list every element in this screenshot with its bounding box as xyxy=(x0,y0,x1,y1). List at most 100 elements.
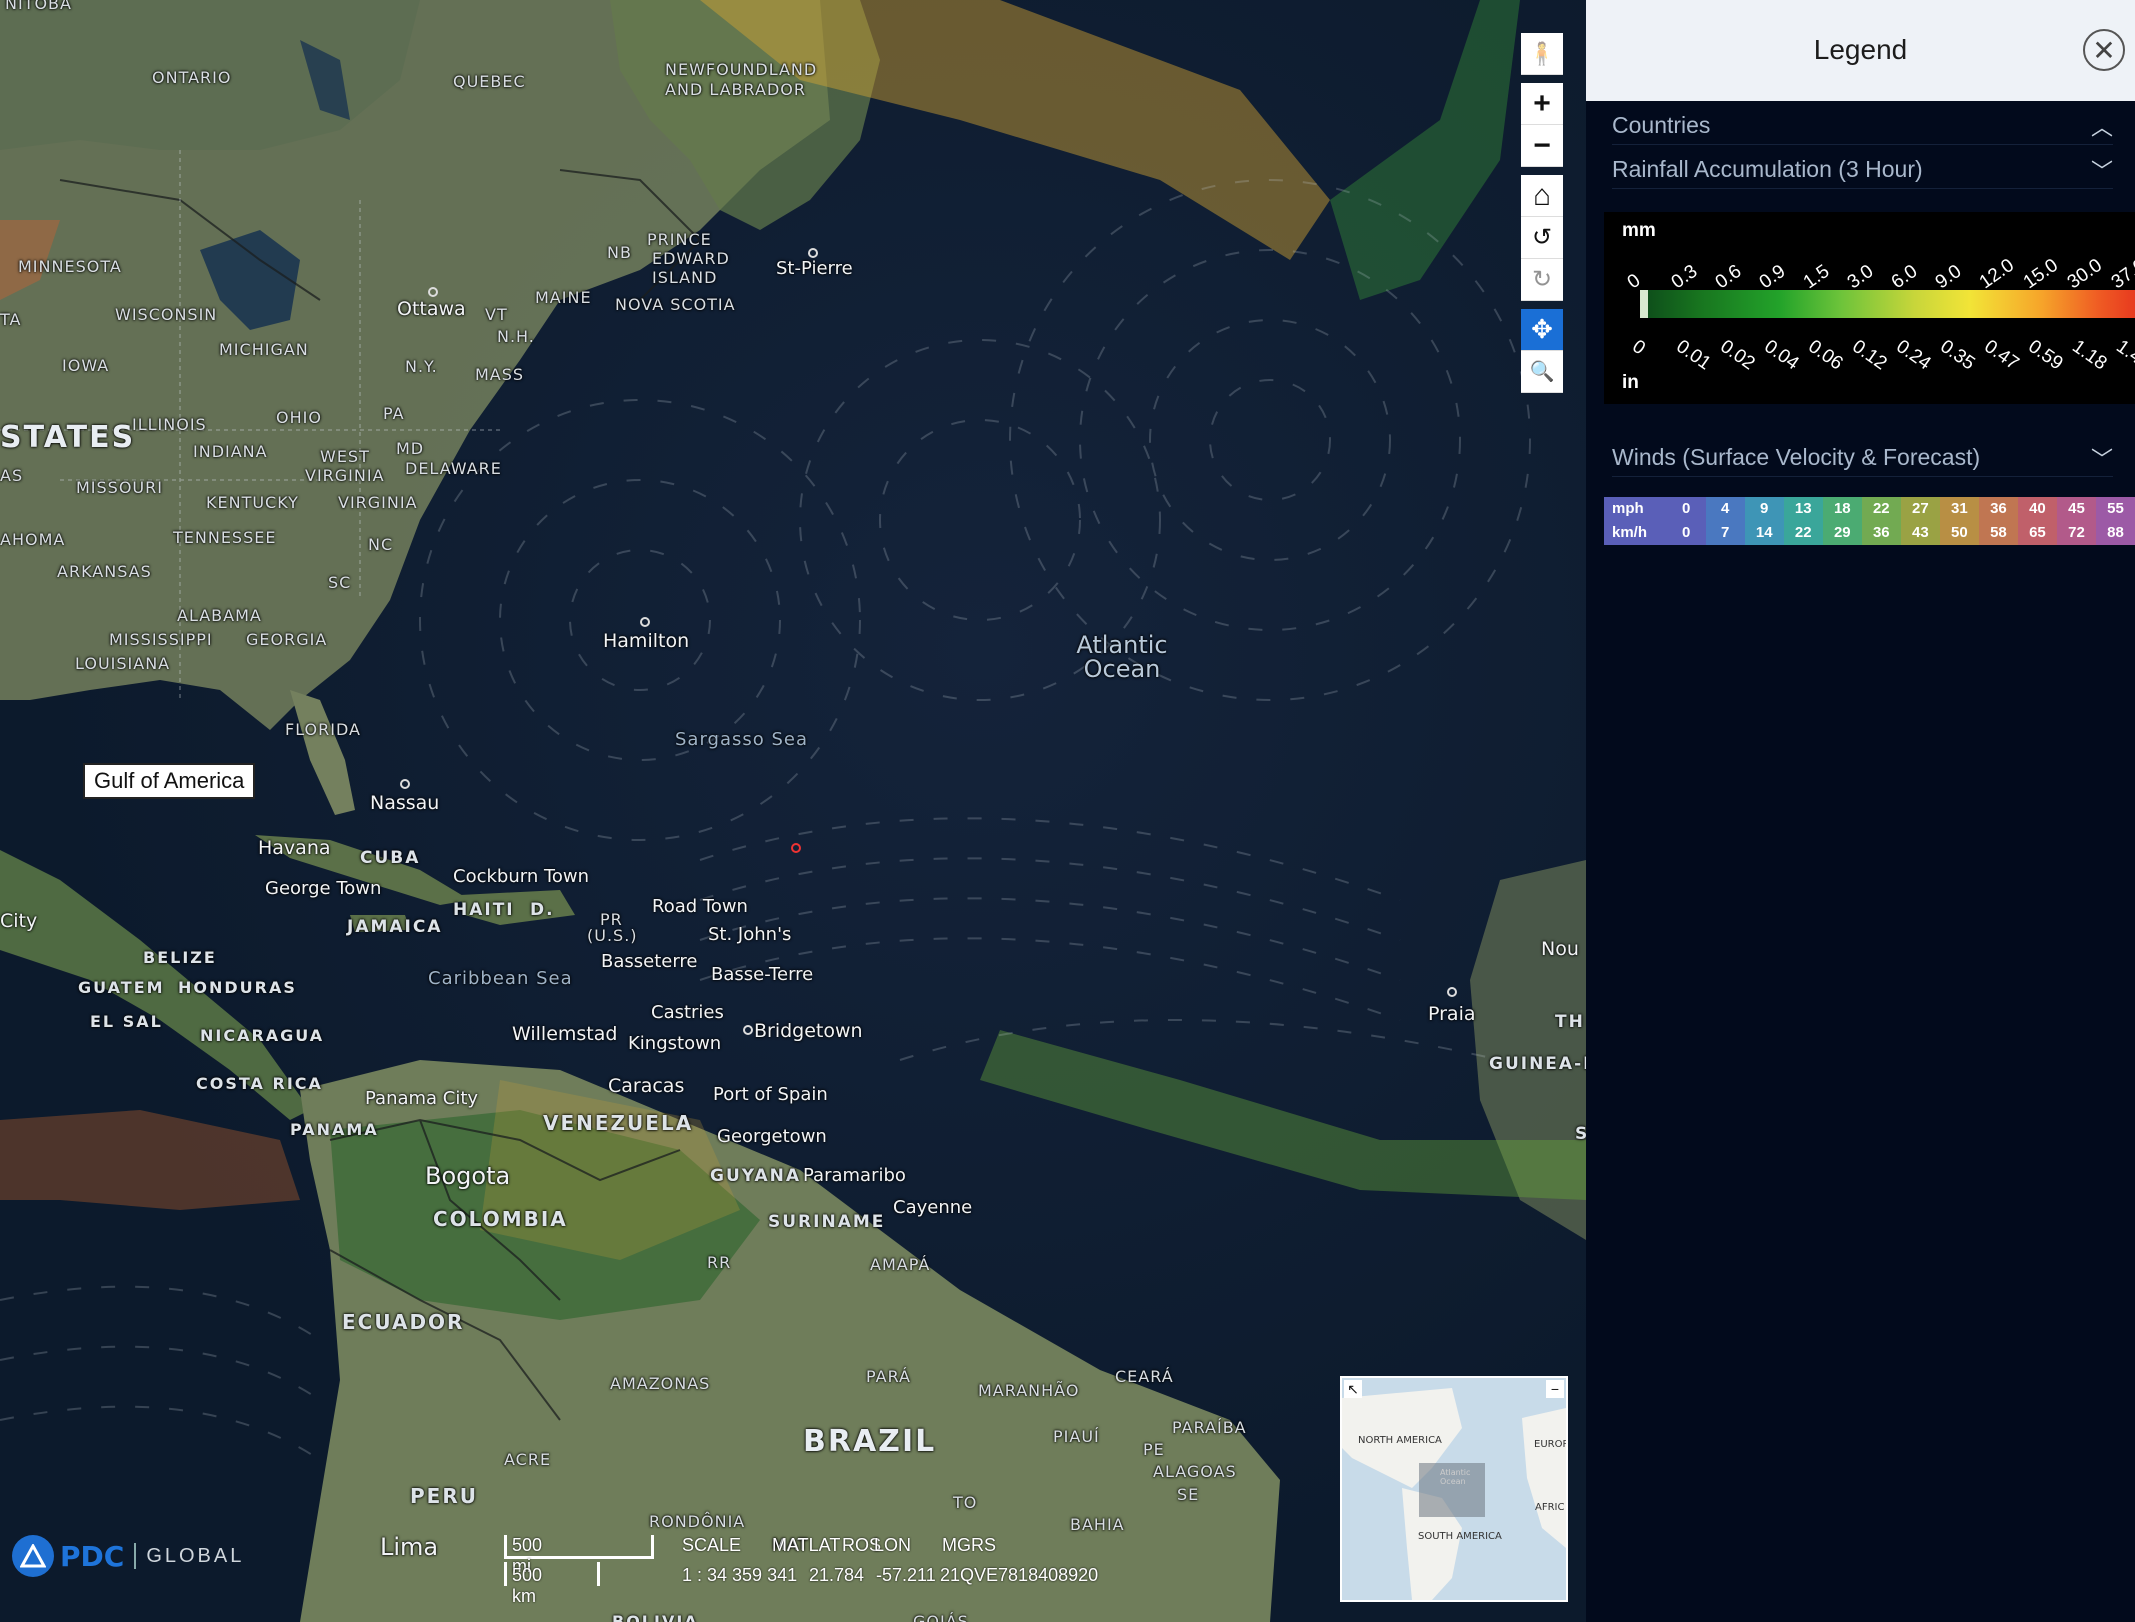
city-marker[interactable] xyxy=(428,287,438,297)
label-haiti: HAITI xyxy=(453,900,515,920)
wind-kmh-cell: 88 xyxy=(2095,521,2135,545)
street-view-button[interactable]: 🧍 xyxy=(1521,33,1563,75)
label-md: MD xyxy=(396,439,425,458)
label-florida: FLORIDA xyxy=(285,720,361,739)
wind-mph-cell: 9 xyxy=(1744,497,1784,521)
close-icon: ✕ xyxy=(2092,34,2116,66)
city-marker[interactable] xyxy=(808,248,818,258)
city-marker[interactable] xyxy=(640,617,650,627)
legend-section-countries[interactable]: Countries ︿ xyxy=(1612,104,2113,145)
label-nc: NC xyxy=(368,535,394,554)
label-louisiana: LOUISIANA xyxy=(75,654,171,673)
minimap-expand-icon[interactable]: ↖ xyxy=(1344,1380,1362,1398)
close-legend-button[interactable]: ✕ xyxy=(2083,29,2125,71)
legend-section-winds[interactable]: Winds (Surface Velocity & Forecast) ﹀ xyxy=(1612,436,2113,477)
wind-mph-label: mph xyxy=(1604,497,1667,521)
wind-kmh-cell: 72 xyxy=(2056,521,2096,545)
label-as: AS xyxy=(0,466,24,485)
label-d: D. xyxy=(530,900,555,920)
label-honduras: HONDURAS xyxy=(178,978,297,997)
rainfall-tick-in: 0.24 xyxy=(1892,335,1935,375)
label-west-virginia-1: WEST xyxy=(320,447,370,466)
lat-value: 21.784 xyxy=(809,1565,865,1585)
gulf-of-america-label[interactable]: Gulf of America xyxy=(83,763,256,799)
rainfall-tick-in: 0.02 xyxy=(1716,335,1759,375)
label-oklahoma: AHOMA xyxy=(0,530,66,549)
label-prince-1: PRINCE xyxy=(647,230,712,249)
rotate-left-icon: ↺ xyxy=(1531,224,1553,251)
minimap-collapse-icon[interactable]: − xyxy=(1546,1380,1564,1398)
rainfall-tick-in: 1.46 xyxy=(2112,335,2135,375)
overview-minimap[interactable]: NORTH AMERICA EUROP AFRIC SOUTH AMERICA … xyxy=(1340,1376,1568,1602)
label-virginia: VIRGINIA xyxy=(338,493,418,512)
rainfall-tick-in: 1.18 xyxy=(2068,335,2111,375)
pan-arrows-icon: ✥ xyxy=(1531,314,1553,344)
label-belize: BELIZE xyxy=(143,948,217,967)
label-rr: RR xyxy=(707,1253,732,1272)
city-marker[interactable] xyxy=(743,1025,753,1035)
home-button[interactable]: ⌂ xyxy=(1521,175,1563,217)
label-to: TO xyxy=(953,1493,978,1512)
label-nova-scotia: NOVA SCOTIA xyxy=(615,295,736,314)
label-cuba: CUBA xyxy=(360,848,421,868)
scale-value: 1 : 34 359 341 xyxy=(682,1565,798,1585)
label-nh: N.H. xyxy=(497,327,535,346)
pdc-global-logo: PDC GLOBAL xyxy=(12,1535,244,1577)
wind-kmh-cell: 0 xyxy=(1666,521,1706,545)
label-praia: Praia xyxy=(1428,1003,1476,1025)
chevron-up-icon: ︿ xyxy=(2090,115,2113,140)
rotate-left-button[interactable]: ↺ xyxy=(1521,217,1563,259)
label-rondonia: RONDÔNIA xyxy=(649,1512,746,1531)
label-panama: PANAMA xyxy=(290,1120,379,1139)
label-prince-2: EDWARD xyxy=(652,249,730,268)
wind-kmh-cell: 65 xyxy=(2017,521,2057,545)
label-alabama: ALABAMA xyxy=(177,606,262,625)
lat-label: MATLAT xyxy=(772,1535,841,1555)
wind-mph-cell: 31 xyxy=(1939,497,1979,521)
wind-speed-scale: mph 0 4 9 13 18 22 27 31 36 40 45 55 km/h 0 7 14 22 29 36 4… xyxy=(1604,497,2135,545)
label-paramaribo: Paramaribo xyxy=(803,1165,906,1186)
wind-kmh-cell: 14 xyxy=(1744,521,1784,545)
label-maine: MAINE xyxy=(535,288,592,307)
wind-mph-cell: 0 xyxy=(1666,497,1706,521)
label-se: SE xyxy=(1177,1485,1200,1504)
wind-mph-cell: 18 xyxy=(1822,497,1862,521)
label-west-virginia-2: VIRGINIA xyxy=(305,466,385,485)
label-castries: Castries xyxy=(651,1002,724,1023)
location-crosshair-icon xyxy=(791,843,801,853)
map-toolbar: 🧍 + − ⌂ ↺ ↻ ✥ 🔍 xyxy=(1521,33,1563,393)
scale-km-label: 500 km xyxy=(512,1565,543,1606)
label-bridgetown: Bridgetown xyxy=(754,1020,863,1042)
label-us: (U.S.) xyxy=(587,926,638,945)
rainfall-tick-mm: 12.0 xyxy=(1975,254,2019,294)
rotate-right-button[interactable]: ↻ xyxy=(1521,259,1563,301)
zoom-in-button[interactable]: + xyxy=(1521,83,1563,125)
wind-mph-cell: 4 xyxy=(1705,497,1745,521)
zoom-out-button[interactable]: − xyxy=(1521,125,1563,167)
label-willemstad: Willemstad xyxy=(512,1023,618,1045)
city-marker[interactable] xyxy=(1447,987,1457,997)
label-mass: MASS xyxy=(475,365,525,384)
label-paraiba: PARAÍBA xyxy=(1172,1418,1247,1437)
label-iowa: IOWA xyxy=(62,356,110,375)
mgrs-value: 21QVE7818408920 xyxy=(940,1565,1099,1585)
map-viewport[interactable]: NITOBA ONTARIO QUEBEC NEWFOUNDLAND AND L… xyxy=(0,0,1586,1622)
legend-section-rainfall[interactable]: Rainfall Accumulation (3 Hour) ﹀ xyxy=(1612,148,2113,189)
label-kingstown: Kingstown xyxy=(628,1033,722,1054)
person-icon: 🧍 xyxy=(1528,40,1556,66)
pan-button[interactable]: ✥ xyxy=(1521,309,1563,351)
minimap-africa: AFRIC xyxy=(1535,1502,1565,1513)
city-marker[interactable] xyxy=(400,779,410,789)
label-atlantic: Atlantic Ocean xyxy=(1072,633,1172,681)
label-caracas: Caracas xyxy=(608,1075,685,1097)
zoom-box-button[interactable]: 🔍 xyxy=(1521,351,1563,393)
wind-mph-cell: 22 xyxy=(1861,497,1901,521)
wind-kmh-cell: 22 xyxy=(1783,521,1823,545)
label-ta: TA xyxy=(0,310,22,329)
label-illinois: ILLINOIS xyxy=(132,415,207,434)
label-st-pierre: St-Pierre xyxy=(776,258,853,279)
lon-label: LON xyxy=(874,1535,912,1555)
rainfall-tick-in: 0.12 xyxy=(1848,335,1891,375)
label-road-town: Road Town xyxy=(652,896,748,917)
pdc-wordmark: PDC xyxy=(60,1539,125,1573)
